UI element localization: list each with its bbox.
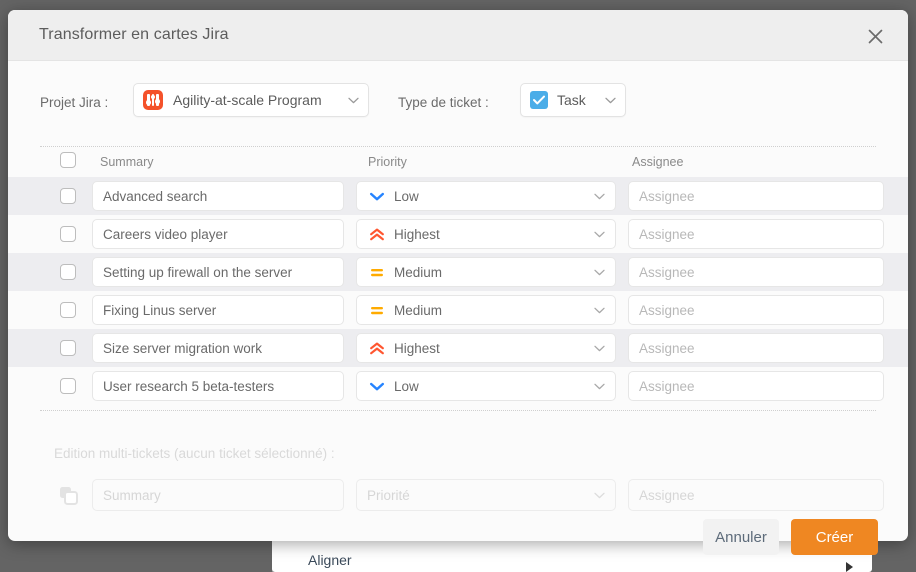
- row-checkbox[interactable]: [60, 188, 76, 204]
- priority-select[interactable]: Medium: [356, 257, 616, 287]
- summary-value: User research 5 beta-testers: [103, 378, 275, 394]
- chevron-down-icon: [594, 269, 605, 276]
- screen: Aligner Transformer en cartes Jira Proje…: [0, 0, 916, 572]
- summary-input[interactable]: User research 5 beta-testers: [92, 371, 344, 401]
- project-label: Projet Jira :: [40, 95, 109, 110]
- chevron-down-icon: [594, 307, 605, 314]
- table-row: User research 5 beta-testers Low Assignee: [8, 367, 908, 405]
- modal-header: Transformer en cartes Jira: [8, 10, 908, 61]
- copy-icon: [58, 485, 80, 507]
- multi-edit-assignee-input: Assignee: [628, 479, 884, 511]
- assignee-input[interactable]: Assignee: [628, 295, 884, 325]
- chevron-down-icon: [594, 193, 605, 200]
- row-checkbox[interactable]: [60, 378, 76, 394]
- summary-input[interactable]: Setting up firewall on the server: [92, 257, 344, 287]
- priority-medium-icon: [369, 302, 385, 318]
- assignee-placeholder: Assignee: [639, 378, 695, 394]
- project-select[interactable]: Agility-at-scale Program: [133, 83, 369, 117]
- table-row: Setting up firewall on the server Medium A…: [8, 253, 908, 291]
- table-bottom-separator: [40, 410, 876, 411]
- row-checkbox[interactable]: [60, 226, 76, 242]
- row-checkbox[interactable]: [60, 302, 76, 318]
- ticket-type-label: Type de ticket :: [398, 95, 489, 110]
- assignee-placeholder: Assignee: [639, 340, 695, 356]
- table-row: Advanced search Low Assignee: [8, 177, 908, 215]
- priority-value: Low: [394, 188, 419, 204]
- priority-value: Low: [394, 378, 419, 394]
- priority-low-icon: [369, 378, 385, 394]
- row-checkbox[interactable]: [60, 340, 76, 356]
- selector-bar: Projet Jira : Agility-at-scale Program T…: [8, 61, 908, 146]
- column-header-priority: Priority: [368, 155, 407, 169]
- summary-value: Careers video player: [103, 226, 228, 242]
- assignee-input[interactable]: Assignee: [628, 333, 884, 363]
- assignee-input[interactable]: Assignee: [628, 257, 884, 287]
- table-header-row: Summary Priority Assignee: [8, 147, 908, 177]
- chevron-down-icon: [594, 231, 605, 238]
- column-header-summary: Summary: [100, 155, 154, 169]
- summary-value: Advanced search: [103, 188, 208, 204]
- assignee-placeholder: Assignee: [639, 302, 695, 318]
- table-body: Advanced search Low Assignee Careers video …: [8, 177, 908, 405]
- table-row: Fixing Linus server Medium Assignee: [8, 291, 908, 329]
- cancel-button[interactable]: Annuler: [703, 519, 779, 555]
- select-all-checkbox[interactable]: [60, 152, 76, 168]
- multi-edit-summary-input: Summary: [92, 479, 344, 511]
- row-checkbox[interactable]: [60, 264, 76, 280]
- chevron-down-icon: [348, 97, 359, 104]
- priority-select[interactable]: Low: [356, 371, 616, 401]
- create-button[interactable]: Créer: [791, 519, 878, 555]
- assignee-placeholder: Assignee: [639, 188, 695, 204]
- summary-input[interactable]: Fixing Linus server: [92, 295, 344, 325]
- priority-value: Highest: [394, 340, 440, 356]
- assignee-placeholder: Assignee: [639, 264, 695, 280]
- priority-medium-icon: [369, 264, 385, 280]
- summary-input[interactable]: Careers video player: [92, 219, 344, 249]
- table-row: Careers video player Highest Assignee: [8, 215, 908, 253]
- priority-select[interactable]: Medium: [356, 295, 616, 325]
- close-icon[interactable]: [863, 24, 887, 48]
- summary-value: Setting up firewall on the server: [103, 264, 293, 280]
- summary-value: Size server migration work: [103, 340, 263, 356]
- multi-edit-priority-placeholder: Priorité: [367, 487, 410, 503]
- priority-value: Highest: [394, 226, 440, 242]
- assignee-input[interactable]: Assignee: [628, 219, 884, 249]
- multi-edit-label: Edition multi-tickets (aucun ticket séle…: [54, 446, 335, 461]
- chevron-down-icon: [594, 383, 605, 390]
- column-header-assignee: Assignee: [632, 155, 684, 169]
- assignee-input[interactable]: Assignee: [628, 371, 884, 401]
- ticket-type-value: Task: [557, 92, 586, 108]
- priority-highest-icon: [369, 226, 385, 242]
- table-row: Size server migration work Highest Assigne…: [8, 329, 908, 367]
- multi-edit-assignee-placeholder: Assignee: [639, 487, 695, 503]
- chevron-down-icon: [594, 492, 605, 499]
- assignee-placeholder: Assignee: [639, 226, 695, 242]
- priority-select[interactable]: Highest: [356, 219, 616, 249]
- priority-select[interactable]: Low: [356, 181, 616, 211]
- multi-edit-priority-select: Priorité: [356, 479, 616, 511]
- priority-low-icon: [369, 188, 385, 204]
- priority-value: Medium: [394, 302, 443, 318]
- multi-edit-summary-placeholder: Summary: [103, 487, 161, 503]
- priority-select[interactable]: Highest: [356, 333, 616, 363]
- jira-task-icon: [530, 91, 548, 109]
- assignee-input[interactable]: Assignee: [628, 181, 884, 211]
- jira-project-icon: [143, 90, 163, 110]
- priority-value: Medium: [394, 264, 443, 280]
- chevron-down-icon: [605, 97, 616, 104]
- background-card-label: Aligner: [308, 552, 352, 568]
- chevron-down-icon: [594, 345, 605, 352]
- modal-title: Transformer en cartes Jira: [39, 26, 229, 43]
- summary-input[interactable]: Advanced search: [92, 181, 344, 211]
- jira-cards-modal: Transformer en cartes Jira Projet Jira :…: [8, 10, 908, 541]
- ticket-type-select[interactable]: Task: [520, 83, 626, 117]
- project-select-value: Agility-at-scale Program: [173, 92, 322, 108]
- summary-value: Fixing Linus server: [103, 302, 217, 318]
- tickets-table: Summary Priority Assignee Advanced searc…: [8, 146, 908, 411]
- priority-highest-icon: [369, 340, 385, 356]
- play-caret-icon: [846, 562, 853, 572]
- summary-input[interactable]: Size server migration work: [92, 333, 344, 363]
